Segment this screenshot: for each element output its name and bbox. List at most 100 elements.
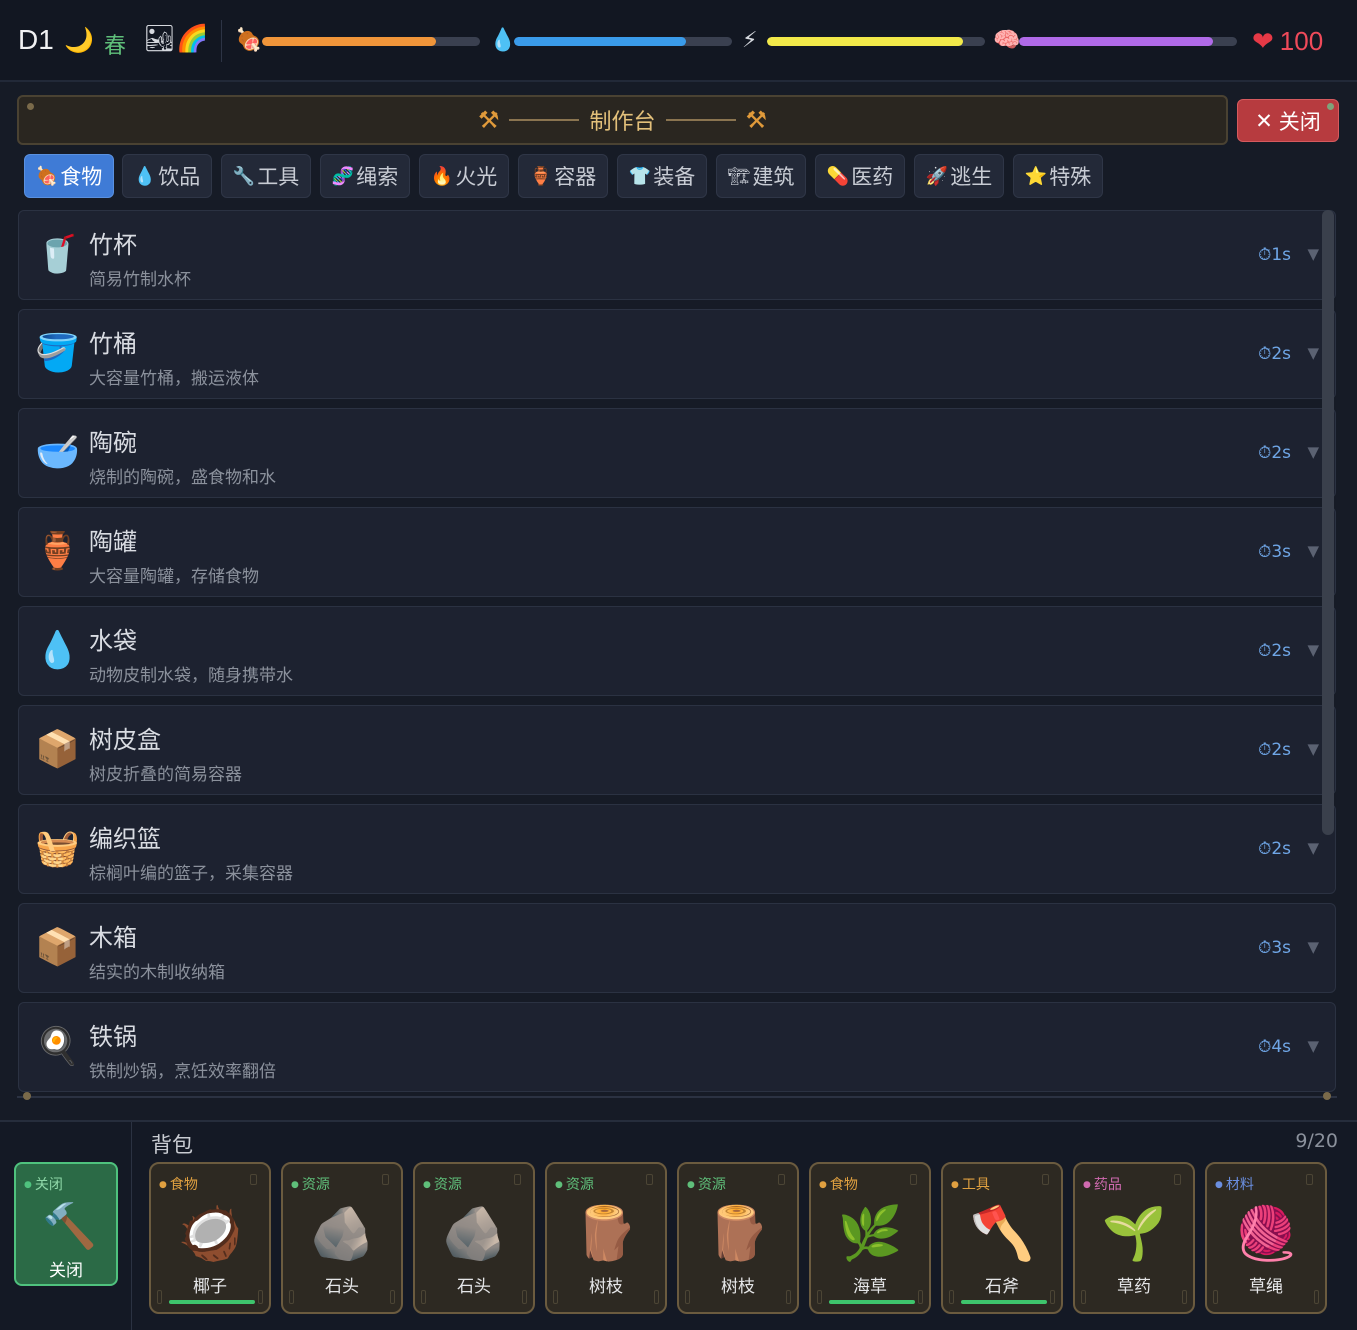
recipe-row[interactable]: 🏺 陶罐 大容量陶罐，存储食物 ⏱3s ▼ bbox=[18, 507, 1336, 597]
tab-label: 食物 bbox=[60, 165, 103, 189]
recipe-row[interactable]: 🥣 陶碗 烧制的陶碗，盛食物和水 ⏱2s ▼ bbox=[18, 408, 1336, 498]
item-icon: 🧶 bbox=[1233, 1204, 1299, 1264]
slot-notch bbox=[1050, 1290, 1055, 1304]
inventory-slot[interactable]: 药品 🌱 草药 bbox=[1073, 1162, 1195, 1314]
backpack-divider bbox=[131, 1122, 132, 1330]
recipe-time: ⏱4s bbox=[1258, 1037, 1291, 1057]
inventory-slot[interactable]: 食物 🌿 海草 bbox=[809, 1162, 931, 1314]
recipe-time: ⏱3s bbox=[1258, 542, 1291, 562]
recipe-icon: 🏺 bbox=[35, 531, 80, 572]
tab-10[interactable]: ⭐ 特殊 bbox=[1013, 154, 1103, 198]
day-counter: D1 bbox=[18, 24, 54, 55]
chevron-down-icon[interactable]: ▼ bbox=[1307, 1037, 1319, 1055]
tab-4[interactable]: 🔥 火光 bbox=[419, 154, 509, 198]
durability-bar bbox=[961, 1300, 1047, 1304]
corner-rivet bbox=[1327, 103, 1334, 110]
recipe-row[interactable]: 🧺 编织篮 棕榈叶编的篮子，采集容器 ⏱2s ▼ bbox=[18, 804, 1336, 894]
item-name: 石头 bbox=[325, 1277, 359, 1297]
inventory-slot[interactable]: 资源 🪨 石头 bbox=[413, 1162, 535, 1314]
chevron-down-icon[interactable]: ▼ bbox=[1307, 839, 1319, 857]
tab-1[interactable]: 💧 饮品 bbox=[122, 154, 212, 198]
lock-icon bbox=[514, 1174, 521, 1185]
recipe-row[interactable]: 🥤 竹杯 简易竹制水杯 ⏱1s ▼ bbox=[18, 210, 1336, 300]
recipe-row[interactable]: 📦 木箱 结实的木制收纳箱 ⏱3s ▼ bbox=[18, 903, 1336, 993]
recipe-name: 树皮盒 bbox=[89, 726, 161, 754]
recipe-desc: 树皮折叠的简易容器 bbox=[89, 765, 242, 785]
inventory-slot[interactable]: 资源 🪨 石头 bbox=[281, 1162, 403, 1314]
chevron-down-icon[interactable]: ▼ bbox=[1307, 542, 1319, 560]
recipe-name: 水袋 bbox=[89, 627, 137, 655]
thirst-icon: 💧 bbox=[489, 28, 517, 53]
slot-notch bbox=[1182, 1290, 1187, 1304]
slot-notch bbox=[157, 1290, 162, 1304]
item-name: 树枝 bbox=[589, 1277, 623, 1297]
energy-icon: ⚡ bbox=[742, 28, 758, 53]
recipe-list[interactable]: 🥤 竹杯 简易竹制水杯 ⏱1s ▼ 🪣 竹桶 大容量竹桶，搬运液体 ⏱2s ▼ 🥣 陶碗 烧制的陶碗，盛… bbox=[17, 210, 1337, 1103]
recipe-row[interactable]: 🪣 竹桶 大容量竹桶，搬运液体 ⏱2s ▼ bbox=[18, 309, 1336, 399]
tab-2[interactable]: 🔧 工具 bbox=[221, 154, 311, 198]
sanity-bar bbox=[1019, 37, 1237, 46]
inventory-slot[interactable]: 资源 🪵 树枝 bbox=[677, 1162, 799, 1314]
tab-9[interactable]: 🚀 逃生 bbox=[914, 154, 1004, 198]
slot-notch bbox=[1081, 1290, 1086, 1304]
chevron-down-icon[interactable]: ▼ bbox=[1307, 245, 1319, 263]
thirst-bar bbox=[514, 37, 732, 46]
recipe-icon: 🍳 bbox=[35, 1026, 80, 1067]
recipe-desc: 结实的木制收纳箱 bbox=[89, 963, 225, 983]
recipe-time: ⏱2s bbox=[1258, 740, 1291, 760]
tab-5[interactable]: 🏺 容器 bbox=[518, 154, 608, 198]
equipped-slot[interactable]: 关闭 🔨 关闭 bbox=[14, 1162, 118, 1286]
recipe-icon: 💧 bbox=[35, 630, 80, 671]
tab-icon: ⭐ bbox=[1024, 165, 1048, 187]
tab-0[interactable]: 🍖 食物 bbox=[24, 154, 114, 198]
close-button[interactable]: ✕ 关闭 bbox=[1237, 99, 1339, 142]
recipe-row[interactable]: 💧 水袋 动物皮制水袋，随身携带水 ⏱2s ▼ bbox=[18, 606, 1336, 696]
recipe-desc: 简易竹制水杯 bbox=[89, 270, 191, 290]
tab-7[interactable]: 🏗 建筑 bbox=[716, 154, 806, 198]
tab-label: 逃生 bbox=[950, 165, 993, 189]
slot-notch bbox=[654, 1290, 659, 1304]
chevron-down-icon[interactable]: ▼ bbox=[1307, 344, 1319, 362]
slot-notch bbox=[1213, 1290, 1218, 1304]
tab-8[interactable]: 💊 医药 bbox=[815, 154, 905, 198]
recipe-time: ⏱3s bbox=[1258, 938, 1291, 958]
tab-icon: 💊 bbox=[826, 165, 850, 187]
slot-notch bbox=[786, 1290, 791, 1304]
durability-bar bbox=[829, 1300, 915, 1304]
list-bottom-edge bbox=[17, 1092, 1337, 1104]
chevron-down-icon[interactable]: ▼ bbox=[1307, 443, 1319, 461]
recipe-time: ⏱1s bbox=[1258, 245, 1291, 265]
tab-icon: 🧬 bbox=[331, 165, 355, 187]
inventory-slot[interactable]: 资源 🪵 树枝 bbox=[545, 1162, 667, 1314]
recipe-row[interactable]: 🍳 铁锅 铁制炒锅，烹饪效率翻倍 ⏱4s ▼ bbox=[18, 1002, 1336, 1092]
item-tag: 资源 bbox=[423, 1174, 462, 1194]
chevron-down-icon[interactable]: ▼ bbox=[1307, 938, 1319, 956]
inventory-slot[interactable]: 食物 🥥 椰子 bbox=[149, 1162, 271, 1314]
chevron-down-icon[interactable]: ▼ bbox=[1307, 740, 1319, 758]
item-tag: 食物 bbox=[819, 1174, 858, 1194]
hammer-pick-icon: ⚒ bbox=[477, 106, 500, 134]
slot-notch bbox=[918, 1290, 923, 1304]
recipe-desc: 大容量陶罐，存储食物 bbox=[89, 567, 259, 587]
list-scrollbar[interactable] bbox=[1322, 210, 1334, 835]
status-divider bbox=[221, 20, 222, 62]
recipe-desc: 烧制的陶碗，盛食物和水 bbox=[89, 468, 276, 488]
slot-notch bbox=[553, 1290, 558, 1304]
chevron-down-icon[interactable]: ▼ bbox=[1307, 641, 1319, 659]
item-icon: 🪵 bbox=[573, 1204, 639, 1264]
item-icon: 🌿 bbox=[837, 1204, 903, 1264]
brain-icon: 🧠 bbox=[993, 28, 1021, 53]
recipe-name: 竹桶 bbox=[89, 330, 137, 358]
recipe-time: ⏱2s bbox=[1258, 839, 1291, 859]
tab-3[interactable]: 🧬 绳索 bbox=[320, 154, 410, 198]
health-display: ❤ 100 bbox=[1252, 26, 1323, 57]
close-icon: ✕ bbox=[1255, 108, 1273, 133]
tab-6[interactable]: 👕 装备 bbox=[617, 154, 707, 198]
item-tag: 资源 bbox=[555, 1174, 594, 1194]
inventory-slot[interactable]: 材料 🧶 草绳 bbox=[1205, 1162, 1327, 1314]
inventory-slot[interactable]: 工具 🪓 石斧 bbox=[941, 1162, 1063, 1314]
recipe-row[interactable]: 📦 树皮盒 树皮折叠的简易容器 ⏱2s ▼ bbox=[18, 705, 1336, 795]
corner-rivet bbox=[27, 103, 34, 110]
equipped-label: 关闭 bbox=[49, 1261, 83, 1281]
item-name: 石斧 bbox=[985, 1277, 1019, 1297]
